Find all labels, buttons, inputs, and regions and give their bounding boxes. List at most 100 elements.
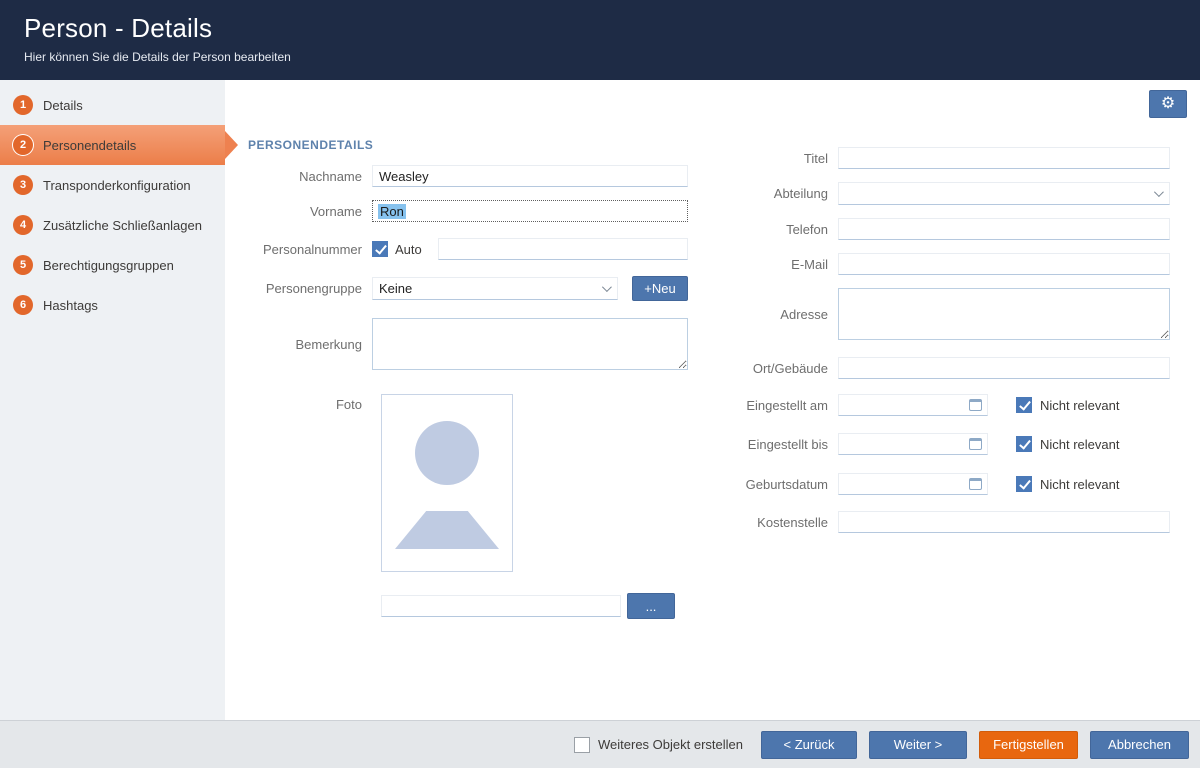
sidebar-item-personendetails[interactable]: 2 Personendetails (0, 125, 225, 165)
adresse-row: Adresse (693, 288, 1170, 340)
bemerkung-textarea[interactable] (372, 318, 688, 370)
wizard-step-list: 1 Details 2 Personendetails 3 Transponde… (0, 80, 225, 720)
chevron-down-icon (1154, 187, 1164, 197)
geburtsdatum-row: Geburtsdatum Nicht relevant (693, 472, 1119, 496)
neu-button[interactable]: +Neu (632, 276, 688, 301)
sidebar-item-details[interactable]: 1 Details (0, 85, 225, 125)
step-label: Personendetails (43, 138, 136, 153)
step-number-badge: 6 (13, 295, 33, 315)
nachname-label: Nachname (225, 169, 362, 184)
content-area: 1 Details 2 Personendetails 3 Transponde… (0, 80, 1200, 720)
eingestellt-am-input[interactable] (838, 394, 988, 416)
vorname-label: Vorname (225, 204, 362, 219)
settings-button[interactable]: ⚙ (1149, 90, 1187, 118)
telefon-label: Telefon (693, 222, 828, 237)
nicht-relevant-label: Nicht relevant (1040, 437, 1119, 452)
calendar-icon[interactable] (969, 399, 982, 411)
email-label: E-Mail (693, 257, 828, 272)
ort-row: Ort/Gebäude (693, 356, 1170, 380)
abteilung-select[interactable] (838, 182, 1170, 205)
gear-icon: ⚙ (1161, 96, 1175, 112)
person-silhouette-icon (415, 421, 479, 485)
eingestellt-bis-label: Eingestellt bis (693, 437, 828, 452)
sidebar-item-hashtags[interactable]: 6 Hashtags (0, 285, 225, 325)
geburtsdatum-nicht-relevant-checkbox[interactable] (1016, 476, 1032, 492)
eingestellt-bis-input[interactable] (838, 433, 988, 455)
section-title: PERSONENDETAILS (248, 138, 373, 152)
vorname-input[interactable]: Ron (372, 200, 688, 222)
vorname-selected-text: Ron (378, 204, 406, 219)
calendar-icon[interactable] (969, 478, 982, 490)
adresse-textarea[interactable] (838, 288, 1170, 340)
kostenstelle-label: Kostenstelle (693, 515, 828, 530)
vorname-row: Vorname Ron (225, 199, 688, 223)
foto-path-row: ... (225, 593, 675, 619)
weiteres-objekt-checkbox[interactable] (574, 737, 590, 753)
zurueck-button[interactable]: < Zurück (761, 731, 857, 759)
bemerkung-row: Bemerkung (225, 318, 688, 370)
sidebar-item-transponderkonfiguration[interactable]: 3 Transponderkonfiguration (0, 165, 225, 205)
eingestellt-am-row: Eingestellt am Nicht relevant (693, 393, 1119, 417)
abbrechen-button[interactable]: Abbrechen (1090, 731, 1189, 759)
nicht-relevant-label: Nicht relevant (1040, 477, 1119, 492)
geburtsdatum-input[interactable] (838, 473, 988, 495)
personalnummer-label: Personalnummer (225, 242, 362, 257)
weiter-button[interactable]: Weiter > (869, 731, 967, 759)
kostenstelle-input[interactable] (838, 511, 1170, 533)
personalnummer-field: Auto (372, 238, 688, 260)
footer-bar: Weiteres Objekt erstellen < Zurück Weite… (0, 720, 1200, 768)
titel-row: Titel (693, 146, 1170, 170)
personalnummer-input[interactable] (438, 238, 688, 260)
nicht-relevant-label: Nicht relevant (1040, 398, 1119, 413)
eingestellt-am-nicht-relevant-checkbox[interactable] (1016, 397, 1032, 413)
chevron-down-icon (602, 282, 612, 292)
step-number-badge: 3 (13, 175, 33, 195)
bemerkung-label: Bemerkung (225, 337, 362, 352)
personengruppe-label: Personengruppe (225, 281, 362, 296)
step-label: Berechtigungsgruppen (43, 258, 174, 273)
titel-label: Titel (693, 151, 828, 166)
sidebar-item-zusaetzliche-schliessanlagen[interactable]: 4 Zusätzliche Schließanlagen (0, 205, 225, 245)
eingestellt-bis-row: Eingestellt bis Nicht relevant (693, 432, 1119, 456)
telefon-input[interactable] (838, 218, 1170, 240)
step-number-badge: 1 (13, 95, 33, 115)
kostenstelle-row: Kostenstelle (693, 510, 1170, 534)
weiteres-objekt-group: Weiteres Objekt erstellen (574, 737, 743, 753)
foto-row: Foto (225, 394, 513, 574)
step-label: Zusätzliche Schließanlagen (43, 218, 202, 233)
ort-input[interactable] (838, 357, 1170, 379)
personengruppe-row: Personengruppe Keine +Neu (225, 276, 688, 300)
foto-label: Foto (225, 394, 362, 412)
photo-placeholder (381, 394, 513, 572)
email-input[interactable] (838, 253, 1170, 275)
page-title: Person - Details (24, 13, 1200, 44)
step-label: Details (43, 98, 83, 113)
step-number-badge: 5 (13, 255, 33, 275)
step-number-badge: 4 (13, 215, 33, 235)
sidebar-item-berechtigungsgruppen[interactable]: 5 Berechtigungsgruppen (0, 245, 225, 285)
header: Person - Details Hier können Sie die Det… (0, 0, 1200, 80)
fertigstellen-button[interactable]: Fertigstellen (979, 731, 1078, 759)
weiteres-objekt-label: Weiteres Objekt erstellen (598, 737, 743, 752)
abteilung-label: Abteilung (693, 186, 828, 201)
nachname-row: Nachname (225, 164, 688, 188)
titel-input[interactable] (838, 147, 1170, 169)
form-panel: PERSONENDETAILS ⚙ Nachname Vorname Ron P… (225, 80, 1200, 720)
auto-label: Auto (395, 242, 422, 257)
abteilung-row: Abteilung (693, 181, 1170, 205)
auto-checkbox[interactable] (372, 241, 388, 257)
calendar-icon[interactable] (969, 438, 982, 450)
app-window: Person - Details Hier können Sie die Det… (0, 0, 1200, 768)
personengruppe-value: Keine (379, 281, 412, 296)
eingestellt-am-label: Eingestellt am (693, 398, 828, 413)
ort-label: Ort/Gebäude (693, 361, 828, 376)
step-label: Transponderkonfiguration (43, 178, 191, 193)
personengruppe-select[interactable]: Keine (372, 277, 618, 300)
foto-path-input[interactable] (381, 595, 621, 617)
email-row: E-Mail (693, 252, 1170, 276)
eingestellt-bis-nicht-relevant-checkbox[interactable] (1016, 436, 1032, 452)
browse-button[interactable]: ... (627, 593, 675, 619)
adresse-label: Adresse (693, 307, 828, 322)
person-silhouette-icon (395, 511, 499, 549)
nachname-input[interactable] (372, 165, 688, 187)
